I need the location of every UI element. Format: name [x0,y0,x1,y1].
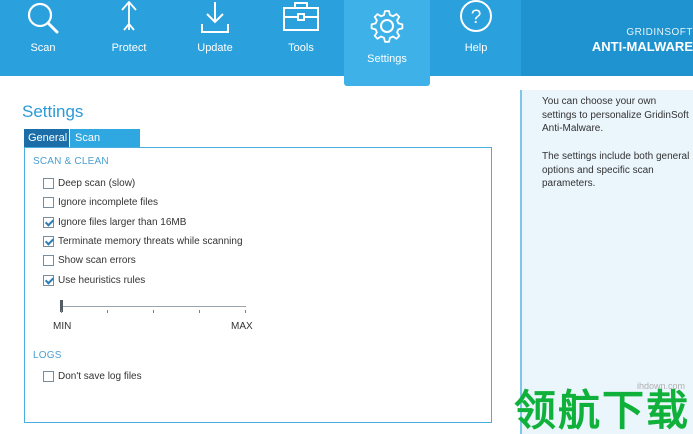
top-navigation-bar: Scan Protect Update Tools Settings ? Hel… [0,0,693,86]
nav-tools-label: Tools [288,42,314,54]
watermark-text: 领航下载 [514,387,691,434]
brand-company: GRIDINSOFT [626,27,693,38]
option-show-scan-errors[interactable]: Show scan errors [43,253,136,267]
slider-min-label: MIN [53,321,72,332]
nav-update-label: Update [197,42,233,54]
page-title: Settings [22,102,84,121]
option-use-heuristics[interactable]: Use heuristics rules [43,273,145,287]
ignore-large-files-label: Ignore files larger than 16MB [58,216,187,228]
terminate-memory-threats-label: Terminate memory threats while scanning [58,235,243,247]
terminate-memory-threats-checkbox[interactable] [43,235,54,247]
nav-help-button[interactable]: ? Help [433,0,519,76]
info-text-personalize: You can choose your own settings to pers… [542,96,689,134]
toolbox-icon [281,0,321,41]
option-deep-scan[interactable]: Deep scan (slow) [43,176,135,190]
tab-scan-options[interactable]: Scan options [70,129,140,162]
nav-scan-button[interactable]: Scan [0,0,86,76]
ignore-incomplete-checkbox[interactable] [43,196,54,208]
download-icon [197,0,233,41]
nav-help-label: Help [464,42,488,54]
slider-max-label: MAX [231,321,253,332]
nav-tools-button[interactable]: Tools [258,0,344,76]
option-ignore-large-files[interactable]: Ignore files larger than 16MB [43,215,186,229]
deep-scan-checkbox[interactable] [43,177,54,189]
option-dont-save-logs[interactable]: Don't save log files [43,369,142,383]
use-heuristics-label: Use heuristics rules [58,274,146,286]
nav-settings-label: Settings [367,53,407,65]
nav-settings-button[interactable]: Settings [344,0,430,86]
option-terminate-memory-threats[interactable]: Terminate memory threats while scanning [43,234,243,248]
dont-save-logs-label: Don't save log files [58,370,142,382]
search-icon [23,0,63,45]
info-text-options: The settings include both general option… [542,151,690,189]
slider-tick [199,310,200,313]
option-ignore-incomplete[interactable]: Ignore incomplete files [43,195,158,209]
show-scan-errors-label: Show scan errors [58,254,136,266]
brand-product: ANTI-MALWARE [591,39,693,54]
heuristics-slider-track[interactable] [60,306,246,307]
tab-general[interactable]: General [24,129,69,147]
slider-tick [107,310,108,313]
slider-tick [61,310,62,313]
use-heuristics-checkbox[interactable] [43,274,54,286]
ignore-incomplete-label: Ignore incomplete files [58,196,159,208]
shield-icon [114,0,144,41]
slider-tick [153,310,154,313]
nav-protect-button[interactable]: Protect [86,0,172,76]
svg-text:?: ? [471,7,482,28]
slider-tick [245,310,246,313]
gear-icon [369,8,405,49]
dont-save-logs-checkbox[interactable] [43,370,54,382]
help-icon: ? [457,0,495,43]
watermark: ihdown.com 领航下载 [512,376,693,434]
logs-section-title: LOGS [33,350,62,361]
brand-logo: GRIDINSOFT ANTI-MALWARE [521,0,693,76]
ignore-large-files-checkbox[interactable] [43,216,54,228]
scan-clean-section-title: SCAN & CLEAN [33,156,109,167]
deep-scan-label: Deep scan (slow) [58,177,136,189]
nav-update-button[interactable]: Update [172,0,258,76]
nav-scan-label: Scan [30,42,56,54]
nav-protect-label: Protect [111,42,147,54]
show-scan-errors-checkbox[interactable] [43,254,54,266]
